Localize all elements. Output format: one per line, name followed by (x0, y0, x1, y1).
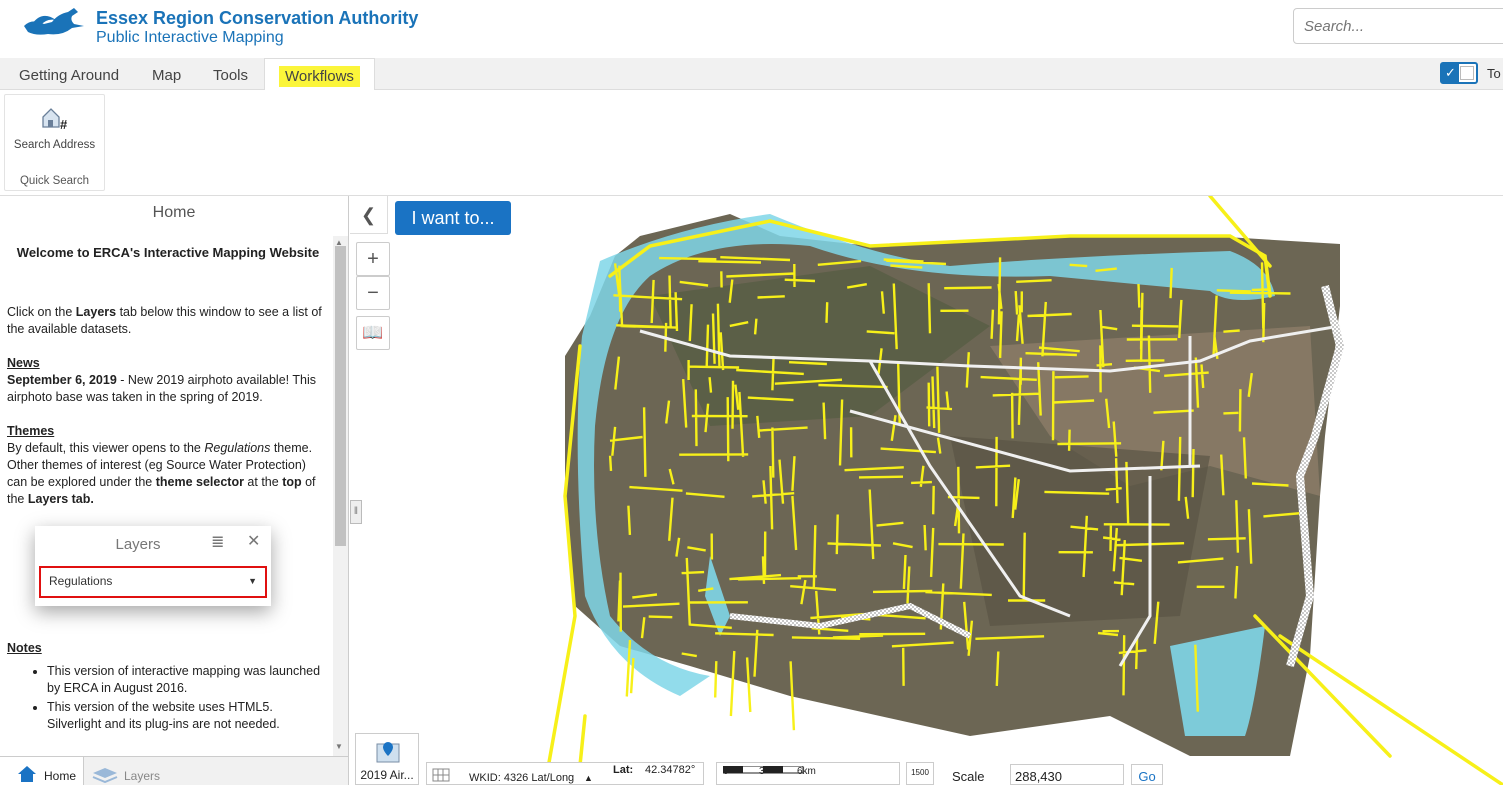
tab-workflows[interactable]: Workflows (264, 58, 375, 90)
tab-layers[interactable]: Layers (86, 757, 176, 785)
wkid-label: WKID: 4326 Lat/Long (469, 772, 575, 784)
svg-text:#: # (60, 117, 68, 131)
home-icon (18, 766, 36, 782)
go-button[interactable]: Go (1131, 764, 1163, 785)
notes-heading: Notes (7, 641, 42, 655)
scale-input[interactable]: 288,430 (1010, 764, 1124, 785)
scroll-down-icon: ▼ (335, 742, 343, 751)
quick-search-label: Quick Search (19, 175, 90, 187)
panel-bottom-tabs: Home Layers (0, 756, 348, 785)
scale-icon[interactable]: 1500 (906, 762, 934, 785)
basemap-switcher[interactable]: 2019 Air... (355, 733, 419, 785)
search-address-button[interactable]: # Search Address (5, 95, 104, 165)
coordinate-readout[interactable]: WKID: 4326 Lat/Long ▲ Lat: 42.34782° N (426, 762, 704, 785)
welcome-heading: Welcome to ERCA's Interactive Mapping We… (16, 245, 320, 260)
book-icon: 📖 (362, 323, 384, 342)
ribbon-tabs: Getting Around Map Tools Workflows (0, 58, 1503, 90)
dropdown-arrow-icon: ▲ (584, 773, 593, 783)
collapse-panel-button[interactable]: ❮ (350, 196, 388, 234)
notes-list: This version of interactive mapping was … (31, 663, 327, 733)
app-subtitle: Public Interactive Mapping (96, 29, 284, 46)
news-text: September 6, 2019 - New 2019 airphoto av… (7, 373, 316, 404)
search-address-label: Search Address (13, 139, 96, 151)
toggle-switch[interactable]: ✓ (1440, 62, 1478, 84)
house-number-icon: # (41, 108, 68, 131)
note-item: This version of interactive mapping was … (47, 663, 327, 697)
layers-theme-image: Layers ≣ ✕ Regulations ▼ (35, 526, 271, 606)
airphoto-imagery (950, 436, 1210, 626)
layers-icon (92, 768, 118, 783)
map-view[interactable]: ❮ I want to... + − 📖 ‖ 2019 Air... WKID:… (350, 196, 1503, 785)
zoom-out-button[interactable]: − (356, 276, 390, 310)
zoom-in-button[interactable]: + (356, 242, 390, 276)
basemap-label: 2019 Air... (360, 768, 414, 782)
dropdown-arrow-icon: ▼ (248, 576, 257, 586)
panel-title: Home (152, 204, 196, 221)
map-canvas[interactable] (350, 196, 1503, 785)
tab-home[interactable]: Home (0, 757, 84, 785)
lat-label: Lat: (613, 764, 634, 776)
tab-workflows-label: Workflows (279, 66, 360, 87)
scroll-thumb[interactable] (335, 246, 346, 546)
tab-map[interactable]: Map (152, 58, 181, 90)
tab-getting-around[interactable]: Getting Around (19, 58, 119, 90)
panel-content: Welcome to ERCA's Interactive Mapping We… (7, 244, 327, 735)
ribbon-panel: # Search Address Quick Search (0, 90, 1503, 196)
app-title: Essex Region Conservation Authority (96, 8, 419, 28)
menu-icon: ≣ (211, 534, 225, 551)
close-icon: ✕ (247, 533, 261, 550)
app-header: Essex Region Conservation Authority Publ… (0, 0, 1503, 58)
goose-logo-icon (24, 8, 84, 35)
themes-text: By default, this viewer opens to the Reg… (7, 441, 316, 506)
i-want-to-button[interactable]: I want to... (395, 201, 511, 235)
grid-icon (432, 768, 450, 782)
check-icon: ✓ (1442, 64, 1459, 82)
home-panel: Home Welcome to ERCA's Interactive Mappi… (0, 196, 349, 785)
theme-selector: Regulations ▼ (39, 566, 267, 598)
panel-scrollbar[interactable]: ▲ ▼ (333, 236, 348, 756)
map-pin-icon (376, 742, 400, 763)
bookmarks-button[interactable]: 📖 (356, 316, 390, 350)
scale-label: Scale 1: (952, 769, 985, 785)
news-heading: News (7, 356, 40, 370)
search-input[interactable] (1293, 8, 1503, 44)
note-item: This version of the website uses HTML5. … (47, 699, 327, 733)
tab-tools[interactable]: Tools (213, 58, 248, 90)
intro-text: Click on the Layers tab below this windo… (7, 305, 322, 336)
toggle-knob (1460, 66, 1474, 80)
lat-value: 42.34782° N (645, 764, 696, 776)
quick-search-group: # Search Address Quick Search (4, 94, 105, 191)
panel-splitter-handle[interactable]: ‖ (350, 500, 362, 524)
scale-bar: 0 3 6km (716, 762, 900, 785)
themes-heading: Themes (7, 424, 55, 438)
toggle-label: To (1487, 66, 1501, 81)
